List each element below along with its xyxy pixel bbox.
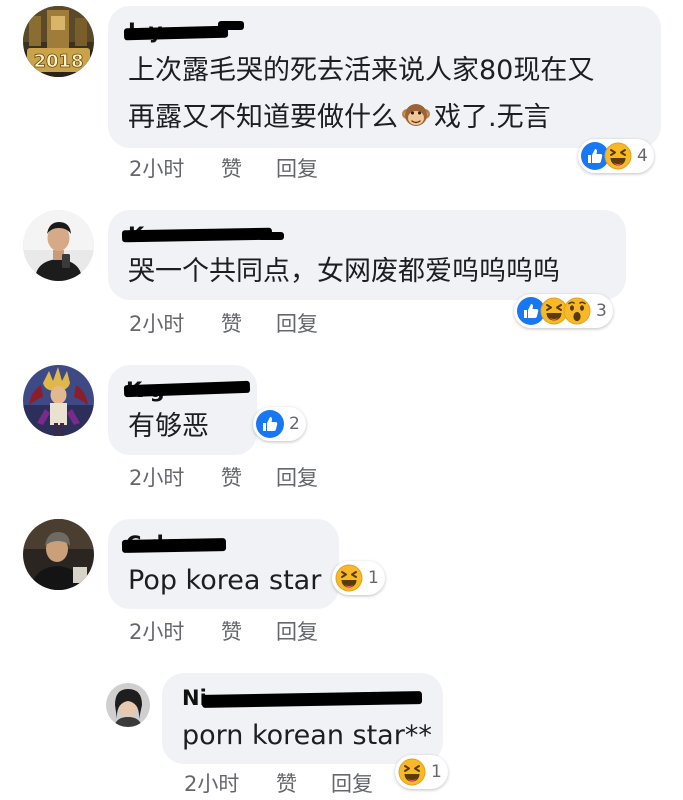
reaction-count: 1 (431, 762, 442, 782)
like-button[interactable]: 赞 (221, 616, 242, 646)
comment-actions: 2小时 赞 回复 (129, 308, 369, 336)
reaction-count: 3 (596, 301, 607, 321)
like-button[interactable]: 赞 (221, 308, 242, 338)
like-button[interactable]: 赞 (221, 462, 242, 492)
reply-button[interactable]: 回复 (276, 153, 318, 183)
reaction-count: 1 (368, 568, 379, 588)
name-redaction (201, 691, 423, 708)
comment-bubble: Ni porn korean star** (162, 673, 443, 764)
name-redaction (258, 232, 284, 240)
timestamp[interactable]: 2小时 (129, 462, 184, 492)
reply-button[interactable]: 回复 (276, 462, 318, 492)
svg-text:2018: 2018 (33, 51, 83, 72)
comment-text: 再露又不知道要做什么 戏了.无言 (128, 96, 551, 140)
comment-bubble: C do Pop korea star (108, 519, 339, 609)
reaction-summary[interactable]: 1 (395, 755, 448, 789)
name-redaction (121, 227, 273, 243)
comment-actions: 2小时 赞 回复 (129, 153, 369, 181)
comment-bubble: K g 有够恶 (108, 365, 257, 455)
reaction-count: 2 (289, 414, 300, 434)
name-redaction (121, 538, 227, 553)
comment-actions: 2小时 赞 回复 (129, 616, 369, 644)
haha-reaction-icon (604, 142, 632, 170)
comment-bubble: K 哭一个共同点，女网废都爱呜呜呜呜 (108, 210, 626, 300)
comment-text: 上次露毛哭的死去活来说人家80现在又 (128, 55, 595, 86)
comment-text-part: 再露又不知道要做什么 (128, 102, 398, 133)
like-button[interactable]: 赞 (221, 153, 242, 183)
reaction-summary[interactable]: 2 (253, 407, 306, 441)
avatar[interactable] (23, 365, 94, 436)
reply-button[interactable]: 回复 (276, 308, 318, 338)
comment-text-part: 戏了.无言 (434, 102, 551, 133)
like-button[interactable]: 赞 (276, 768, 297, 798)
timestamp[interactable]: 2小时 (129, 308, 184, 338)
reaction-summary[interactable]: 3 (514, 294, 613, 328)
haha-reaction-icon (335, 564, 363, 592)
comment-text: porn korean star** (182, 720, 432, 751)
reply-button[interactable]: 回复 (331, 768, 373, 798)
avatar[interactable] (23, 519, 94, 590)
timestamp[interactable]: 2小时 (129, 153, 184, 183)
monkey-emoji-icon (400, 100, 432, 132)
comment-actions: 2小时 赞 回复 (184, 768, 424, 796)
timestamp[interactable]: 2小时 (184, 768, 239, 798)
comment-text: 有够恶 (128, 411, 209, 442)
reaction-count: 4 (637, 146, 648, 166)
comment-text: 哭一个共同点，女网废都爱呜呜呜呜 (128, 256, 560, 287)
comment-bubble: L y 上次露毛哭的死去活来说人家80现在又 再露又不知道要做什么 戏了.无言 (108, 6, 661, 148)
reaction-summary[interactable]: 4 (578, 139, 654, 173)
wow-reaction-icon (563, 297, 591, 325)
avatar[interactable]: 2018 (23, 6, 94, 77)
comment-text: Pop korea star (128, 565, 322, 596)
timestamp[interactable]: 2小时 (129, 616, 184, 646)
name-redaction (218, 21, 244, 30)
reply-button[interactable]: 回复 (276, 616, 318, 646)
comment-actions: 2小时 赞 回复 (129, 462, 369, 490)
name-redaction (123, 25, 229, 41)
like-reaction-icon (256, 410, 284, 438)
reaction-summary[interactable]: 1 (332, 561, 385, 595)
avatar[interactable] (106, 683, 150, 727)
haha-reaction-icon (398, 758, 426, 786)
avatar[interactable] (23, 210, 94, 281)
